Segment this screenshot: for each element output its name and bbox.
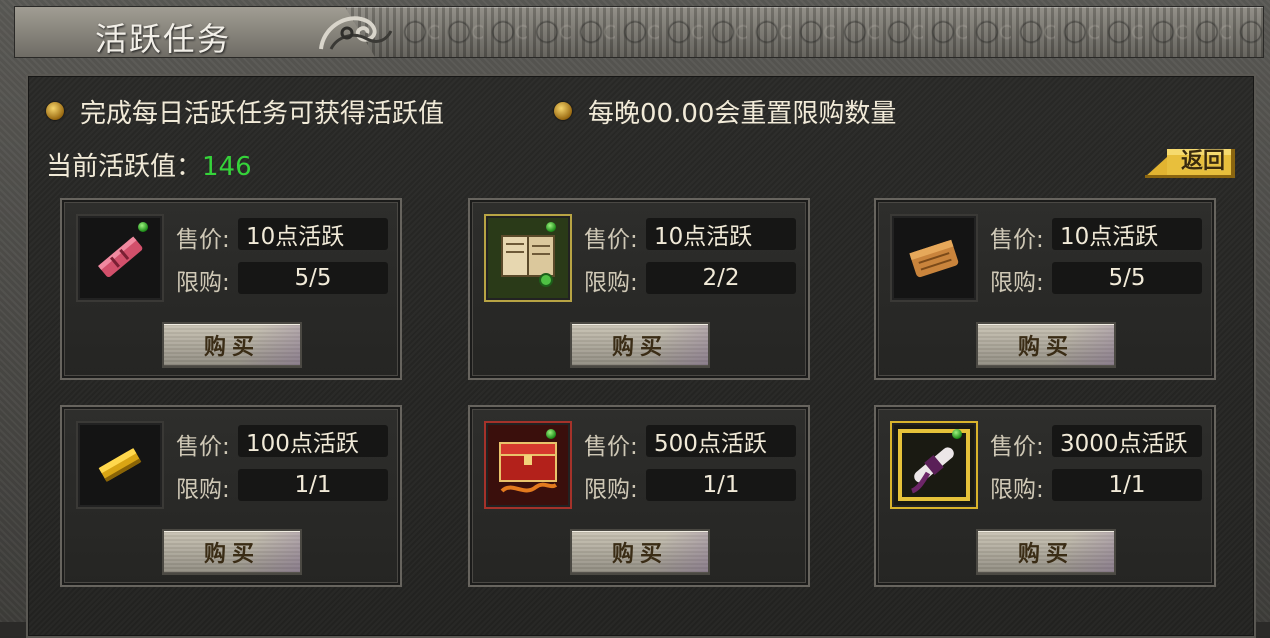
- price-label: 售价:: [584, 434, 638, 460]
- limit-value: 5/5: [1052, 262, 1202, 294]
- limit-value: 1/1: [1052, 469, 1202, 501]
- window-title: 活跃任务: [95, 20, 232, 58]
- cloud-pattern: [395, 7, 1263, 57]
- back-button-label: 返回: [1180, 149, 1225, 174]
- activity-task-window: 活跃任务 完成每日活跃任务可获得活跃值 每晚00.00会重置限购数量 当前活跃值…: [0, 0, 1270, 638]
- treasure-chest-icon: [499, 442, 558, 493]
- green-gem-icon: [138, 222, 148, 232]
- shop-item-card: 售价: 10点活跃 限购: 5/5 购买: [874, 198, 1216, 380]
- title-bar: 活跃任务: [14, 6, 1264, 58]
- limit-label: 限购:: [584, 477, 638, 503]
- back-button[interactable]: 返回: [1145, 143, 1237, 179]
- paper-scroll-icon: [909, 239, 959, 278]
- shop-item-card: 售价: 500点活跃 限购: 1/1 购买: [468, 405, 810, 587]
- limit-label: 限购:: [990, 270, 1044, 296]
- green-gem-icon: [952, 429, 962, 439]
- price-value: 500点活跃: [646, 425, 796, 457]
- price-label: 售价:: [990, 434, 1044, 460]
- buy-button[interactable]: 购买: [162, 529, 302, 575]
- price-label: 售价:: [584, 227, 638, 253]
- gold-bar-icon: [98, 448, 142, 482]
- limit-label: 限购:: [584, 270, 638, 296]
- item-icon-slot[interactable]: [484, 214, 572, 302]
- price-value: 10点活跃: [646, 218, 796, 250]
- red-scroll-icon: [98, 236, 143, 278]
- current-activity: 当前活跃值：146: [46, 146, 252, 183]
- cloud-ornament-icon: [319, 16, 393, 50]
- notice-1-text: 完成每日活跃任务可获得活跃值: [80, 98, 445, 129]
- gold-bullet-icon: [46, 102, 64, 120]
- notice-2: 每晚00.00会重置限购数量: [554, 94, 897, 129]
- ribbon-scroll-icon: [898, 429, 970, 501]
- price-label: 售价:: [176, 227, 230, 253]
- price-value: 10点活跃: [238, 218, 388, 250]
- shop-item-card: 售价: 3000点活跃 限购: 1/1 购买: [874, 405, 1216, 587]
- shop-item-card: 售价: 10点活跃 限购: 5/5 购买: [60, 198, 402, 380]
- price-label: 售价:: [176, 434, 230, 460]
- buy-button[interactable]: 购买: [976, 322, 1116, 368]
- shop-item-card: 售价: 10点活跃 限购: 2/2 购买: [468, 198, 810, 380]
- current-activity-label: 当前活跃值：: [46, 152, 203, 182]
- item-icon-slot[interactable]: [890, 421, 978, 509]
- limit-label: 限购:: [176, 477, 230, 503]
- shop-item-card: 售价: 100点活跃 限购: 1/1 购买: [60, 405, 402, 587]
- item-icon-slot[interactable]: [76, 214, 164, 302]
- buy-button[interactable]: 购买: [570, 529, 710, 575]
- limit-label: 限购:: [176, 270, 230, 296]
- buy-button[interactable]: 购买: [162, 322, 302, 368]
- price-value: 100点活跃: [238, 425, 388, 457]
- limit-label: 限购:: [990, 477, 1044, 503]
- item-icon-slot[interactable]: [890, 214, 978, 302]
- limit-value: 1/1: [238, 469, 388, 501]
- limit-value: 5/5: [238, 262, 388, 294]
- price-value: 10点活跃: [1052, 218, 1202, 250]
- green-gem-icon: [546, 222, 556, 232]
- buy-button[interactable]: 购买: [976, 529, 1116, 575]
- item-icon-slot[interactable]: [484, 421, 572, 509]
- buy-button[interactable]: 购买: [570, 322, 710, 368]
- item-icon-slot[interactable]: [76, 421, 164, 509]
- price-label: 售价:: [990, 227, 1044, 253]
- book-icon: [501, 235, 555, 287]
- current-activity-value: 146: [202, 152, 252, 182]
- notice-2-text: 每晚00.00会重置限购数量: [588, 98, 897, 129]
- green-gem-icon: [546, 429, 556, 439]
- limit-value: 2/2: [646, 262, 796, 294]
- price-value: 3000点活跃: [1052, 425, 1202, 457]
- gold-bullet-icon: [554, 102, 572, 120]
- notice-1: 完成每日活跃任务可获得活跃值: [46, 94, 445, 129]
- limit-value: 1/1: [646, 469, 796, 501]
